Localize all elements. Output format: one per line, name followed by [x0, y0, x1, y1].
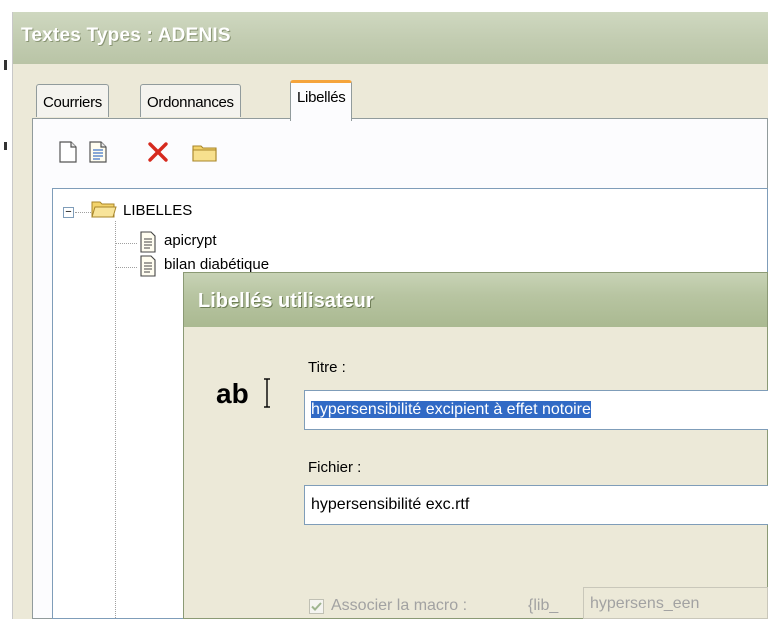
tab-ordonnances[interactable]: Ordonnances — [140, 84, 241, 117]
macro-prefix: {lib_ — [528, 597, 559, 614]
macro-name-input[interactable]: hypersens_een — [583, 587, 768, 619]
tab-label: Ordonnances — [147, 94, 234, 111]
associer-macro-checkbox[interactable] — [309, 599, 324, 614]
document-icon[interactable] — [86, 140, 110, 164]
document-icon — [140, 231, 156, 253]
titre-value: hypersensibilité excipient à effet notoi… — [311, 401, 591, 418]
open-folder-icon — [91, 201, 117, 218]
tab-libelles[interactable]: Libellés — [290, 80, 353, 121]
tree-connector — [115, 243, 137, 244]
tab-label: Courriers — [43, 94, 102, 111]
edge-mark — [4, 60, 7, 70]
titre-label: Titre : — [308, 359, 346, 376]
text-field-icon: ab — [216, 378, 249, 409]
checkmark-icon — [311, 602, 322, 611]
tree-connector — [115, 221, 116, 619]
edge-mark — [4, 142, 7, 150]
fichier-input[interactable]: hypersensibilité exc.rtf — [304, 485, 768, 525]
desktop-edge — [0, 0, 12, 619]
new-document-icon[interactable] — [56, 140, 80, 164]
document-icon — [140, 255, 156, 277]
tree-item-label: apicrypt — [164, 232, 217, 249]
delete-icon[interactable] — [146, 140, 170, 164]
libelles-utilisateur-dialog: Libellés utilisateur ab Titre : hypersen… — [183, 272, 768, 619]
tab-courriers[interactable]: Courriers — [36, 84, 109, 117]
dialog-titlebar[interactable]: Libellés utilisateur — [184, 273, 767, 327]
associer-macro-label: Associer la macro : — [331, 597, 468, 614]
macro-value: hypersens_een — [590, 595, 700, 612]
main-titlebar[interactable]: Textes Types : ADENIS — [13, 12, 768, 64]
tree-root-libelles[interactable]: LIBELLES — [123, 202, 192, 219]
tree-root-label: LIBELLES — [123, 202, 193, 219]
tree-item-apicrypt[interactable]: apicrypt — [164, 232, 217, 249]
titre-input[interactable]: hypersensibilité excipient à effet notoi… — [304, 390, 768, 430]
tree-item-label: bilan diabétique — [164, 256, 270, 273]
folder-icon[interactable] — [191, 140, 219, 164]
fichier-label: Fichier : — [308, 459, 362, 476]
tree-connector — [75, 212, 91, 213]
text-cursor-icon — [264, 378, 270, 408]
tree-connector — [115, 267, 137, 268]
fichier-value: hypersensibilité exc.rtf — [311, 496, 470, 513]
dialog-title: Libellés utilisateur — [198, 290, 374, 312]
collapse-icon[interactable]: − — [63, 207, 74, 218]
tree-item-bilan-diabetique[interactable]: bilan diabétique — [164, 256, 269, 273]
tab-label: Libellés — [297, 89, 346, 106]
main-window-title: Textes Types : ADENIS — [21, 25, 231, 46]
